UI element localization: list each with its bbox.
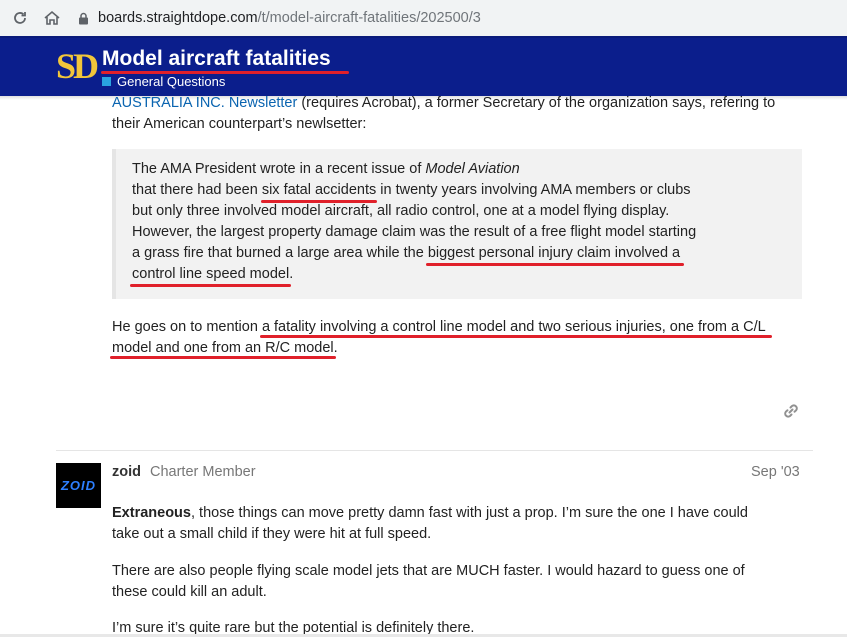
url-host: boards.straightdope.com bbox=[98, 10, 258, 26]
avatar[interactable]: ZOID bbox=[56, 463, 101, 508]
quoted-username: Extraneous bbox=[112, 505, 191, 521]
quote-line-2: that there had been six fatal accidents … bbox=[132, 182, 691, 203]
topic-title[interactable]: Model aircraft fatalities bbox=[102, 47, 331, 71]
post-paragraph-2-line2: model and one from an R/C model. bbox=[110, 338, 338, 359]
reload-icon[interactable] bbox=[6, 4, 34, 32]
highlighted-text: control line speed model bbox=[132, 266, 290, 282]
lock-icon[interactable] bbox=[76, 11, 90, 25]
url-path: /t/model-aircraft-fatalities/202500/3 bbox=[257, 10, 481, 26]
quote-text: The AMA President wrote in a recent issu… bbox=[132, 161, 426, 177]
quote-text: a grass fire that burned a large area wh… bbox=[132, 245, 428, 261]
post-intro-line2: their American counterpart’s newlsetter: bbox=[112, 116, 367, 132]
reply-paragraph-2-line1: There are also people flying scale model… bbox=[112, 563, 745, 579]
reply-paragraph-1-line2: take out a small child if they were hit … bbox=[112, 526, 432, 542]
quote-line-5: a grass fire that burned a large area wh… bbox=[132, 245, 685, 266]
post-paragraph-2-line1: He goes on to mention a fatality involvi… bbox=[112, 317, 772, 338]
category-color-swatch bbox=[102, 77, 111, 86]
highlight-six-fatal-accidents: six fatal accidents bbox=[260, 182, 378, 203]
quote-line-6: control line speed model. bbox=[130, 266, 294, 287]
annotation-underline bbox=[110, 356, 336, 359]
quote-line-4: However, the largest property damage cla… bbox=[132, 224, 697, 240]
home-icon[interactable] bbox=[38, 4, 66, 32]
post-divider bbox=[56, 450, 813, 451]
newsletter-link[interactable]: AUSTRALIA INC. Newsletter bbox=[112, 95, 297, 111]
highlighted-text: six fatal accidents bbox=[261, 182, 377, 198]
highlighted-text: biggest personal injury claim involved a bbox=[427, 245, 681, 261]
quote-line-3: but only three involved model aircraft, … bbox=[132, 203, 670, 219]
post-intro-line1: AUSTRALIA INC. Newsletter (requires Acro… bbox=[112, 93, 775, 114]
category-label: General Questions bbox=[117, 74, 226, 89]
annotation-underline bbox=[425, 263, 685, 266]
highlight-control-line-speed: control line speed model bbox=[130, 266, 292, 287]
highlight-fatality: a fatality involving a control line mode… bbox=[259, 317, 772, 338]
reply-paragraph-1-line1: Extraneous, those things can move pretty… bbox=[112, 503, 748, 524]
site-logo[interactable]: SD bbox=[56, 46, 99, 86]
quote-text: that there had been bbox=[132, 182, 262, 198]
annotation-underline bbox=[130, 284, 292, 287]
browser-toolbar: boards.straightdope.com/t/model-aircraft… bbox=[0, 0, 847, 36]
highlighted-text: a fatality involving a control line mode… bbox=[261, 319, 766, 335]
post-username[interactable]: zoid bbox=[112, 464, 141, 480]
reply-paragraph-2-line2: these could kill an adult. bbox=[112, 584, 267, 600]
highlighted-text: model and one from an R/C model bbox=[112, 340, 334, 356]
user-title: Charter Member bbox=[150, 464, 256, 480]
quote-block: The AMA President wrote in a recent issu… bbox=[112, 149, 802, 299]
highlight-rc-model: model and one from an R/C model bbox=[110, 338, 336, 359]
intro-text: (requires Acrobat), a former Secretary o… bbox=[297, 95, 776, 111]
address-bar[interactable]: boards.straightdope.com/t/model-aircraft… bbox=[76, 4, 839, 32]
paragraph-text: , those things can move pretty damn fast… bbox=[190, 505, 748, 521]
highlight-injury-claim: biggest personal injury claim involved a bbox=[425, 245, 685, 266]
paragraph-text: He goes on to mention bbox=[112, 319, 262, 335]
site-header: SD Model aircraft fatalities General Que… bbox=[0, 36, 847, 96]
magazine-title: Model Aviation bbox=[425, 161, 520, 177]
quote-text: in twenty years involving AMA members or… bbox=[376, 182, 691, 198]
quote-line-1: The AMA President wrote in a recent issu… bbox=[132, 161, 520, 177]
quote-text: . bbox=[289, 266, 294, 282]
category-badge[interactable]: General Questions bbox=[102, 74, 225, 89]
paragraph-text: . bbox=[333, 340, 338, 356]
link-icon[interactable] bbox=[782, 402, 800, 420]
post-date[interactable]: Sep '03 bbox=[751, 464, 800, 480]
